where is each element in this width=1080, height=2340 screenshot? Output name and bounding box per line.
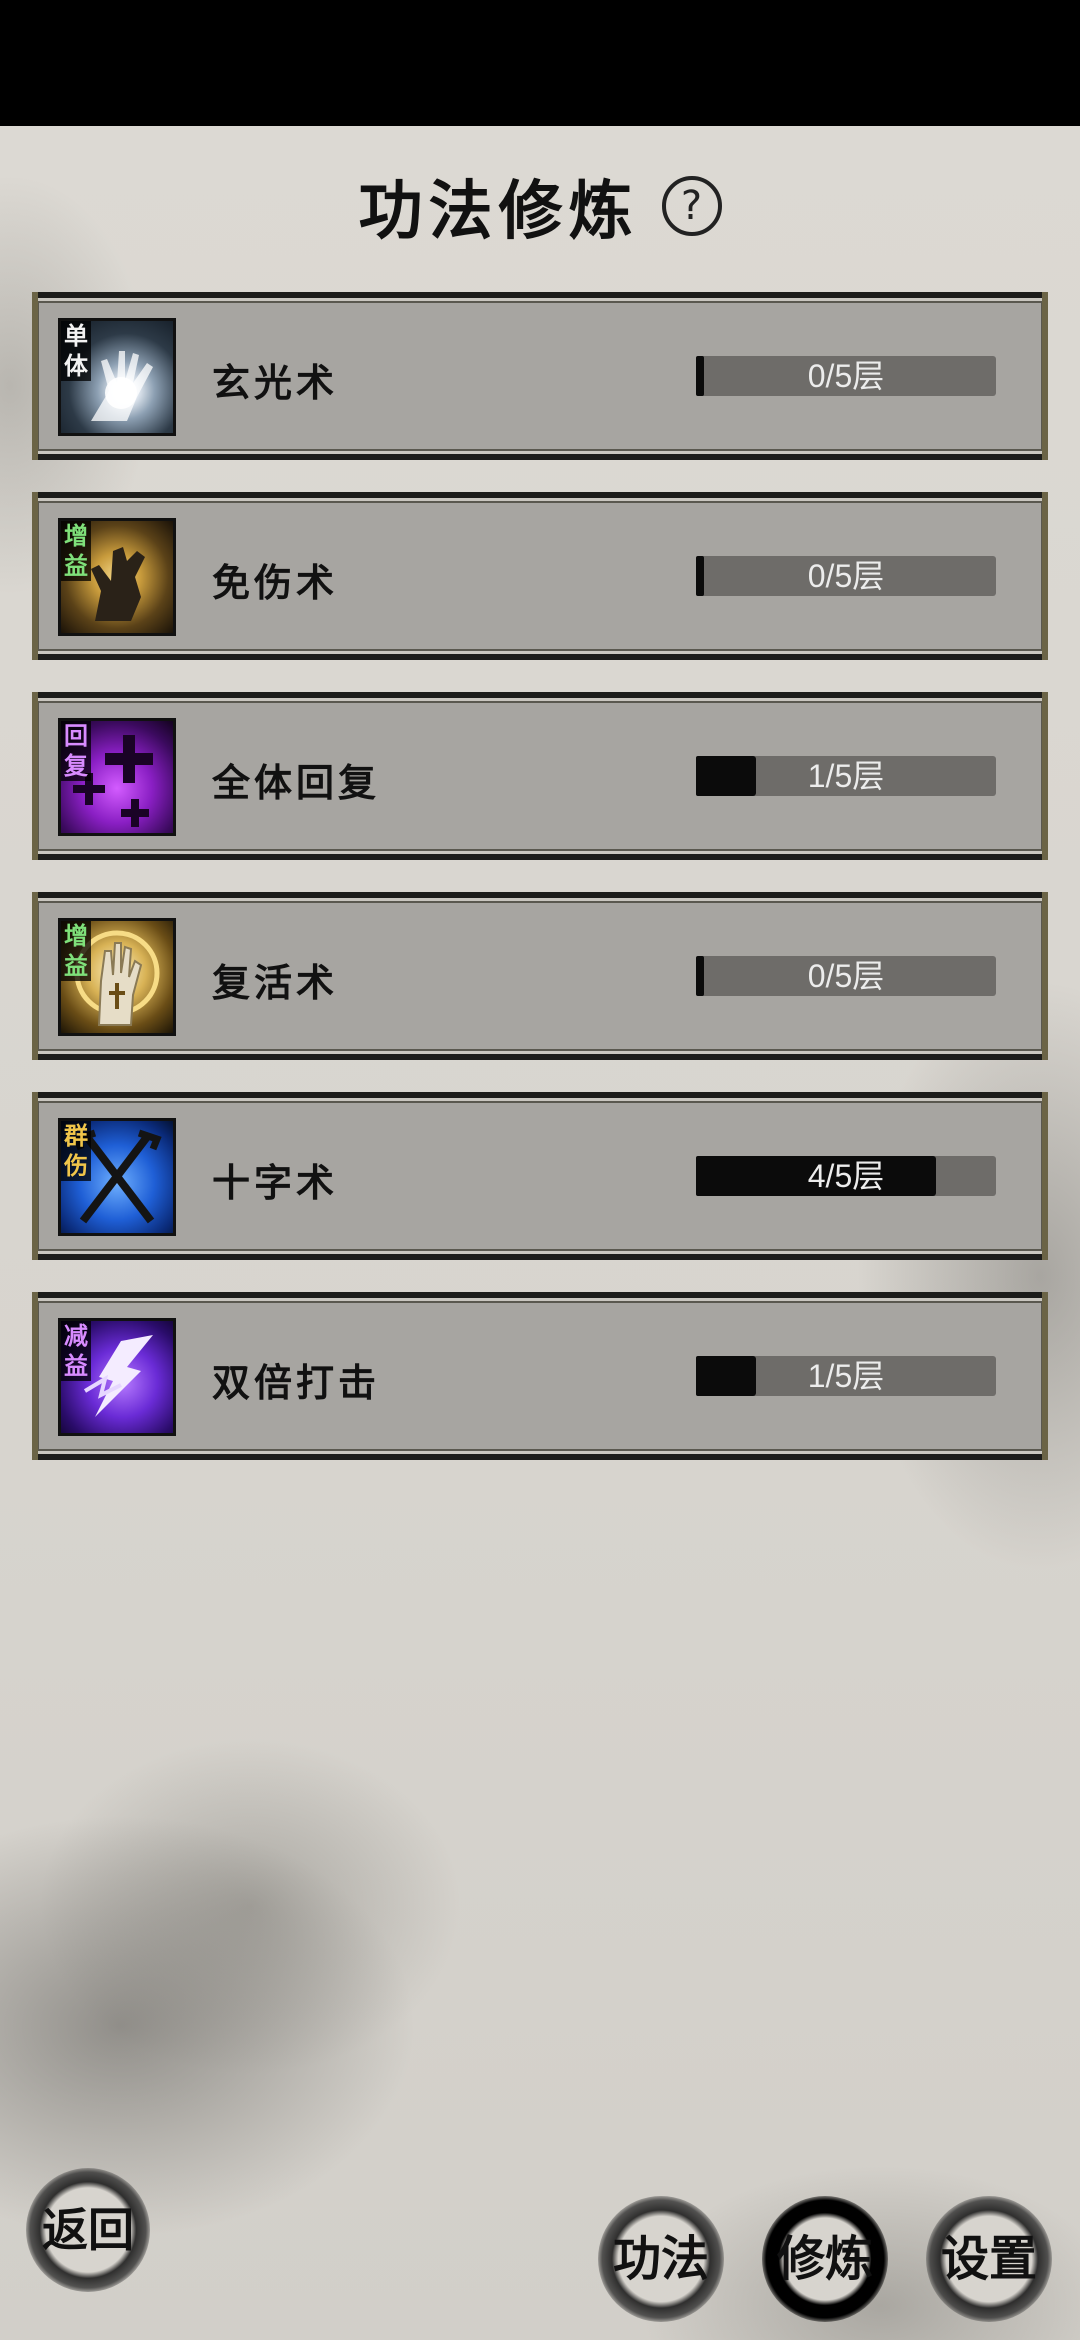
lightning-bolt-icon: 减益 <box>58 1318 176 1436</box>
skill-row[interactable]: 单体 玄光术 0/5层 <box>32 292 1048 460</box>
tab-shezhi-label: 设置 <box>940 2231 1037 2287</box>
status-bar <box>0 0 1080 126</box>
skill-row[interactable]: 减益 双倍打击 1/5层 <box>32 1292 1048 1460</box>
progress-label: 1/5层 <box>807 1358 885 1394</box>
skill-progress-bar: 1/5层 <box>696 756 996 796</box>
shadow-hand-icon: 增益 <box>58 518 176 636</box>
tab-gongfa[interactable]: 功法 <box>598 2196 724 2322</box>
purple-crosses-icon: 回复 <box>58 718 176 836</box>
skill-tag: 回复 <box>61 721 91 781</box>
back-label: 返回 <box>42 2203 134 2257</box>
skill-progress-bar: 0/5层 <box>696 356 996 396</box>
skill-name: 玄光术 <box>212 360 339 405</box>
skill-row[interactable]: 增益 复活术 0/5层 <box>32 892 1048 1060</box>
title-area: 功法修炼 ? <box>0 160 1080 252</box>
skill-row[interactable]: 增益 免伤术 0/5层 <box>32 492 1048 660</box>
skill-name: 全体回复 <box>212 760 381 805</box>
skill-row[interactable]: 回复 全体回复 1/5层 <box>32 692 1048 860</box>
tab-shezhi[interactable]: 设置 <box>926 2196 1052 2322</box>
page-title: 功法修炼 <box>358 174 639 249</box>
skill-tag: 增益 <box>61 921 91 981</box>
skill-progress-bar: 0/5层 <box>696 556 996 596</box>
skill-name: 复活术 <box>212 960 339 1005</box>
skill-tag: 单体 <box>61 321 91 381</box>
progress-label: 0/5层 <box>807 958 885 994</box>
progress-label: 0/5层 <box>807 358 885 394</box>
skill-name: 十字术 <box>212 1160 339 1205</box>
progress-label: 4/5层 <box>807 1158 885 1194</box>
progress-label: 1/5层 <box>807 758 885 794</box>
progress-label: 0/5层 <box>807 558 885 594</box>
skill-tag: 减益 <box>61 1321 91 1381</box>
skill-row[interactable]: 群伤 十字术 4/5层 <box>32 1092 1048 1260</box>
skill-progress-bar: 4/5层 <box>696 1156 996 1196</box>
crossed-staves-icon: 群伤 <box>58 1118 176 1236</box>
skill-tag: 增益 <box>61 521 91 581</box>
holy-hand-icon: 增益 <box>58 918 176 1036</box>
glowing-hand-icon: 单体 <box>58 318 176 436</box>
tab-xiulian[interactable]: 修炼 <box>762 2196 888 2322</box>
skill-name: 双倍打击 <box>212 1360 381 1405</box>
tab-gongfa-label: 功法 <box>612 2231 709 2287</box>
skill-progress-bar: 0/5层 <box>696 956 996 996</box>
skill-tag: 群伤 <box>61 1121 91 1181</box>
back-button[interactable]: 返回 <box>26 2168 150 2292</box>
skill-name: 免伤术 <box>212 560 339 605</box>
skill-progress-bar: 1/5层 <box>696 1356 996 1396</box>
help-icon[interactable]: ? <box>661 176 722 236</box>
tab-xiulian-label: 修炼 <box>776 2231 873 2287</box>
